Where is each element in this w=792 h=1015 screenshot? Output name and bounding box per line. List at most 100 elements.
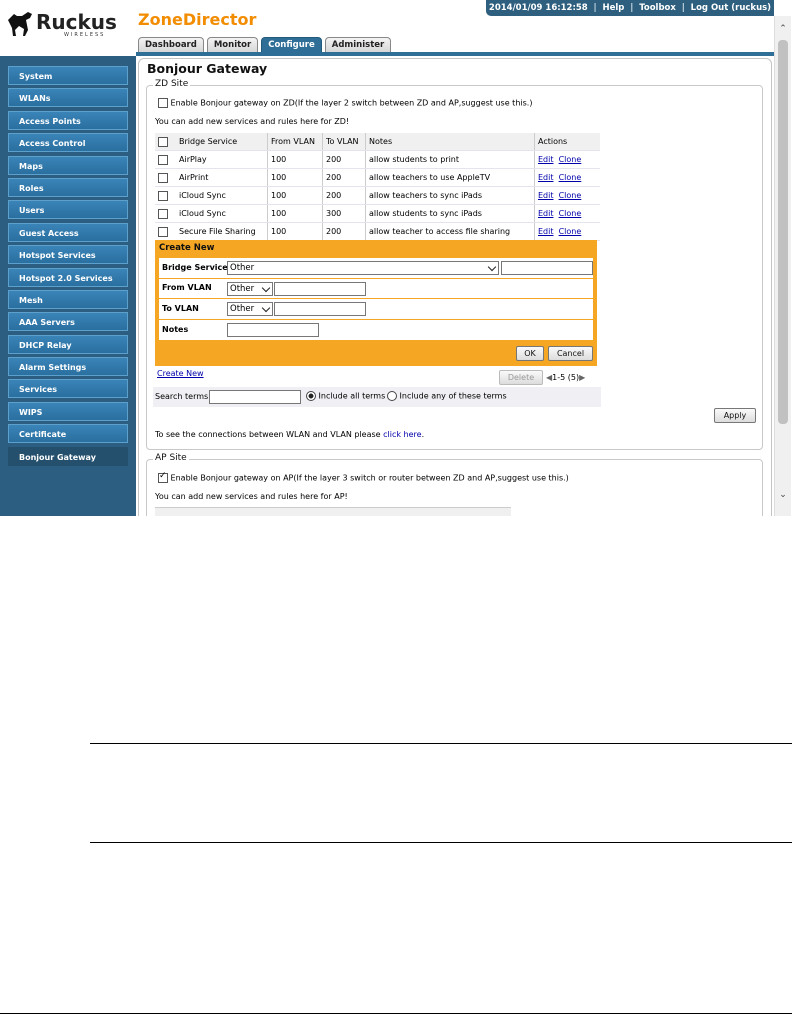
- sidebar-item-hotspot-services[interactable]: Hotspot Services: [8, 245, 128, 265]
- page-scrollbar[interactable]: ⌃ ⌄: [774, 16, 791, 516]
- sidebar-item-certificate[interactable]: Certificate: [8, 424, 128, 444]
- sidebar-item-hotspot-20-services[interactable]: Hotspot 2.0 Services: [8, 267, 128, 287]
- scroll-down-icon[interactable]: ⌄: [778, 490, 788, 500]
- row-checkbox[interactable]: [158, 190, 168, 201]
- to-vlan-select[interactable]: Other: [227, 302, 273, 316]
- create-new-panel: Create New Bridge Service Other From VLA…: [155, 240, 597, 366]
- sidebar-item-access-control[interactable]: Access Control: [8, 133, 128, 153]
- tab-dashboard[interactable]: Dashboard: [138, 37, 204, 52]
- sidebar-item-dhcp-relay[interactable]: DHCP Relay: [8, 334, 128, 354]
- sidebar-item-guest-access[interactable]: Guest Access: [8, 222, 128, 242]
- sidebar-item-mesh[interactable]: Mesh: [8, 289, 128, 309]
- ap-site-legend: AP Site: [153, 453, 189, 463]
- table-row: Secure File Sharing 100 200 allow teache…: [155, 222, 600, 241]
- row-checkbox[interactable]: [158, 226, 168, 237]
- sidebar-item-wips[interactable]: WIPS: [8, 401, 128, 421]
- sidebar-item-wlans[interactable]: WLANs: [8, 88, 128, 108]
- help-link[interactable]: Help: [603, 3, 625, 13]
- ap-enable-row: Enable Bonjour gateway on AP(If the laye…: [158, 471, 569, 483]
- next-page-icon[interactable]: ▶: [579, 373, 585, 382]
- to-vlan-input[interactable]: [274, 302, 366, 316]
- sidebar-item-aaa-servers[interactable]: AAA Servers: [8, 312, 128, 332]
- ap-enable-checkbox[interactable]: [158, 471, 168, 483]
- connections-note: To see the connections between WLAN and …: [155, 430, 425, 439]
- from-vlan-select[interactable]: Other: [227, 282, 273, 296]
- zd-site-legend: ZD Site: [153, 79, 191, 89]
- sidebar-item-alarm-settings[interactable]: Alarm Settings: [8, 357, 128, 377]
- row-checkbox[interactable]: [158, 208, 168, 219]
- create-new-link[interactable]: Create New: [157, 369, 204, 378]
- sidebar-item-access-points[interactable]: Access Points: [8, 110, 128, 130]
- clone-link[interactable]: Clone: [559, 191, 582, 200]
- ok-button[interactable]: OK: [516, 346, 544, 361]
- edit-link[interactable]: Edit: [538, 227, 554, 236]
- bridge-service-select[interactable]: Other: [227, 261, 499, 275]
- tab-configure[interactable]: Configure: [261, 37, 322, 52]
- cell-service: iCloud Sync: [176, 204, 268, 223]
- brand-subtitle: WIRELESS: [64, 32, 106, 38]
- table-row: iCloud Sync 100 300 allow students to sy…: [155, 204, 600, 223]
- click-here-link[interactable]: click here: [383, 430, 421, 439]
- apply-button[interactable]: Apply: [714, 408, 756, 423]
- zd-enable-checkbox[interactable]: [158, 98, 168, 108]
- edit-link[interactable]: Edit: [538, 173, 554, 182]
- ruckus-logo: Ruckus WIRELESS: [6, 8, 136, 40]
- table-row: iCloud Sync 100 200 allow teachers to sy…: [155, 186, 600, 205]
- main-tabs: Dashboard Monitor Configure Administer: [138, 37, 392, 53]
- row-checkbox[interactable]: [158, 154, 168, 165]
- row-checkbox[interactable]: [158, 172, 168, 183]
- col-to-vlan: To VLAN: [322, 133, 366, 151]
- datetime: 2014/01/09 16:12:58: [488, 3, 588, 13]
- select-all-checkbox[interactable]: [158, 136, 168, 147]
- brand-name: Ruckus: [36, 10, 117, 34]
- dog-logo-icon: [8, 12, 32, 36]
- logout-link[interactable]: Log Out (ruckus): [691, 3, 771, 13]
- table-header-row: Bridge Service From VLAN To VLAN Notes A…: [155, 133, 600, 151]
- cell-to-vlan: 200: [322, 222, 366, 241]
- edit-link[interactable]: Edit: [538, 191, 554, 200]
- clone-link[interactable]: Clone: [559, 173, 582, 182]
- col-actions: Actions: [534, 133, 600, 151]
- include-any-option[interactable]: Include any of these terms: [387, 391, 507, 401]
- cell-notes: allow students to print: [365, 150, 535, 169]
- include-all-radio[interactable]: [306, 391, 316, 401]
- delete-button[interactable]: Delete: [499, 370, 543, 385]
- bridge-service-custom-input[interactable]: [501, 261, 593, 275]
- sidebar-item-bonjour-gateway[interactable]: Bonjour Gateway: [8, 446, 128, 466]
- create-new-title: Create New: [159, 243, 215, 253]
- sidebar-item-services[interactable]: Services: [8, 379, 128, 399]
- scrollbar-thumb[interactable]: [778, 40, 788, 424]
- sidebar-item-system[interactable]: System: [8, 66, 128, 85]
- search-input[interactable]: [209, 390, 301, 404]
- toolbox-link[interactable]: Toolbox: [639, 3, 676, 13]
- notes-input[interactable]: [227, 323, 319, 337]
- bridge-service-row: Bridge Service Other: [159, 258, 593, 279]
- from-vlan-input[interactable]: [274, 282, 366, 296]
- clone-link[interactable]: Clone: [559, 227, 582, 236]
- include-any-radio[interactable]: [387, 391, 397, 401]
- tab-administer[interactable]: Administer: [324, 37, 392, 52]
- include-all-option[interactable]: Include all terms: [306, 391, 385, 401]
- tab-monitor[interactable]: Monitor: [206, 37, 259, 52]
- scroll-up-icon[interactable]: ⌃: [778, 24, 788, 34]
- divider-line: [90, 743, 792, 744]
- clone-link[interactable]: Clone: [559, 209, 582, 218]
- edit-link[interactable]: Edit: [538, 209, 554, 218]
- cell-from-vlan: 100: [267, 186, 323, 205]
- clone-link[interactable]: Clone: [559, 155, 582, 164]
- from-vlan-row: From VLAN Other: [159, 278, 593, 299]
- edit-link[interactable]: Edit: [538, 155, 554, 164]
- sidebar-item-users[interactable]: Users: [8, 200, 128, 220]
- ap-hint: You can add new services and rules here …: [155, 492, 348, 501]
- sidebar-item-maps[interactable]: Maps: [8, 155, 128, 175]
- table-row: AirPrint 100 200 allow teachers to use A…: [155, 168, 600, 187]
- pager-range: 1-5 (5): [552, 373, 580, 382]
- notes-label: Notes: [162, 325, 189, 334]
- cancel-button[interactable]: Cancel: [548, 346, 593, 361]
- to-vlan-label: To VLAN: [162, 304, 199, 313]
- cell-service: iCloud Sync: [176, 186, 268, 205]
- cell-service: Secure File Sharing: [176, 222, 268, 241]
- sidebar-item-roles[interactable]: Roles: [8, 177, 128, 197]
- tab-underline: [136, 52, 774, 56]
- cell-to-vlan: 300: [322, 204, 366, 223]
